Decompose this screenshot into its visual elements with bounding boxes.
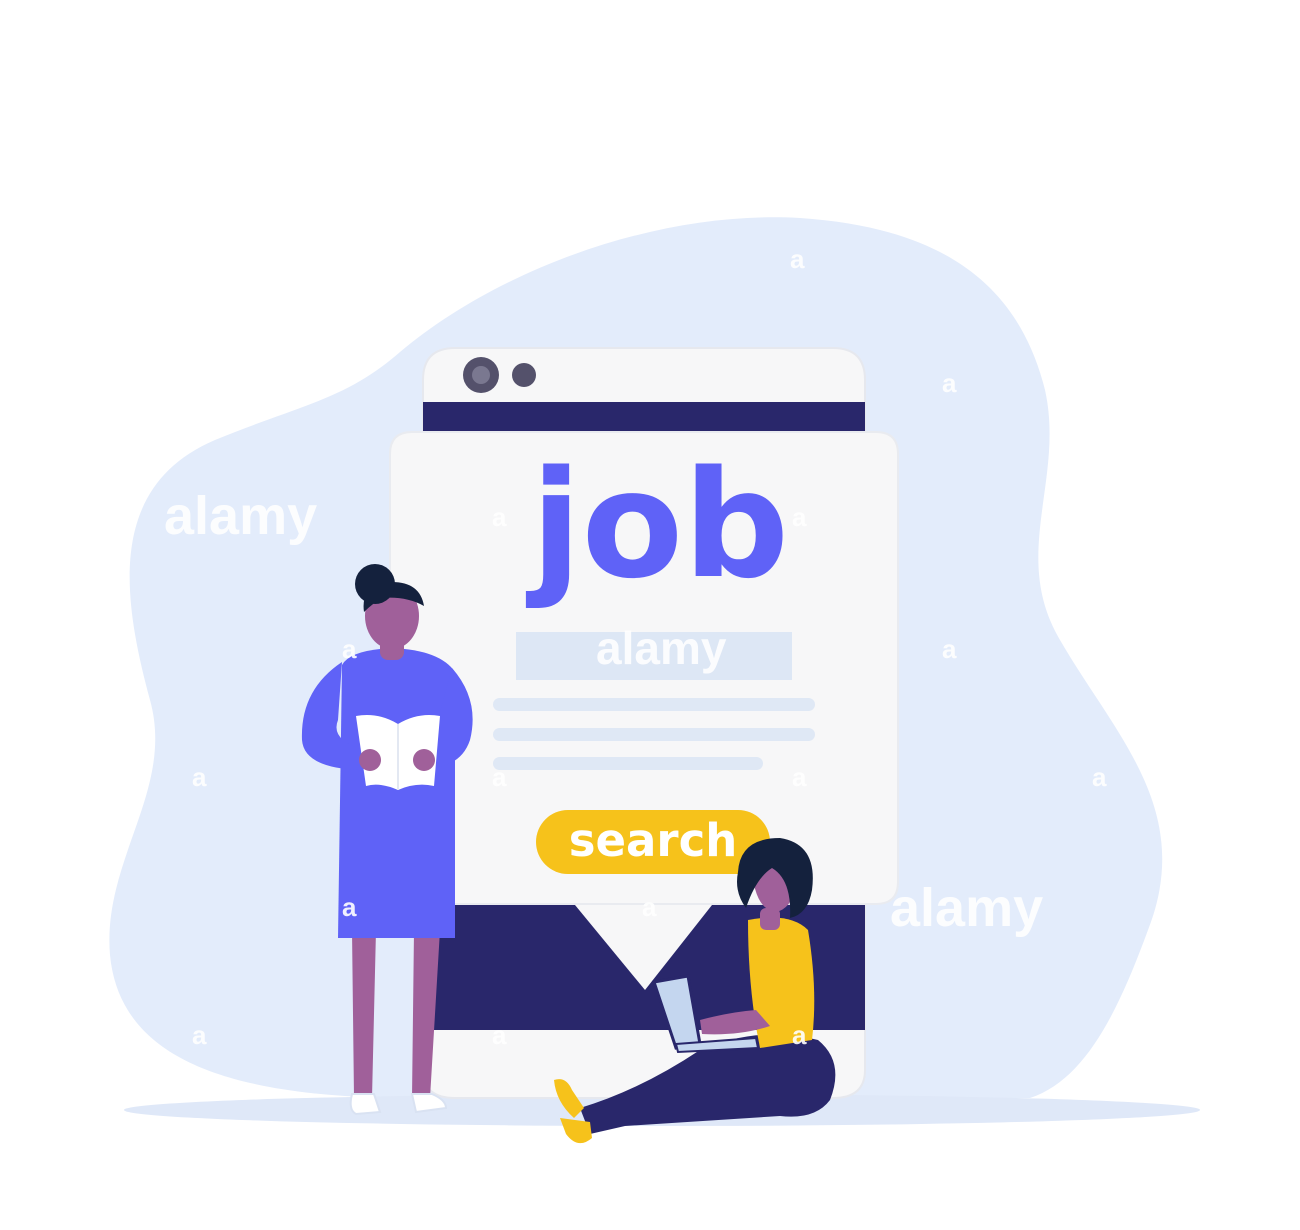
text-line-3 [493, 757, 763, 770]
watermark-mark: a [492, 502, 507, 532]
text-line-2 [493, 728, 815, 741]
watermark-mark: a [792, 762, 807, 792]
standing-woman-hair-bun [355, 564, 395, 604]
watermark-mark: a [1092, 762, 1107, 792]
watermark-brand: alamy [596, 622, 727, 674]
search-button[interactable]: search [536, 810, 770, 874]
window-control-dot-small [512, 363, 536, 387]
search-button-label[interactable]: search [569, 814, 738, 867]
watermark-mark: a [942, 368, 957, 398]
watermark-mark: a [492, 762, 507, 792]
watermark-mark: a [942, 634, 957, 664]
seated-woman-shoe-front [560, 1118, 592, 1144]
job-search-illustration: job search alamy alamy alamy a a a a a a… [109, 217, 1200, 1144]
watermark-mark: a [642, 892, 657, 922]
watermark-brand: alamy [890, 878, 1043, 938]
watermark-mark: a [792, 502, 807, 532]
watermark-mark: a [792, 1020, 807, 1050]
browser-title-bar [423, 402, 865, 432]
standing-woman-hand-left [359, 749, 381, 771]
window-control-dot-large-inner [472, 366, 490, 384]
watermark-brand: alamy [164, 486, 317, 546]
standing-woman-shoe-left [349, 1093, 382, 1116]
watermark-mark: a [492, 1020, 507, 1050]
watermark-mark: a [192, 762, 207, 792]
standing-woman-hand-right [413, 749, 435, 771]
watermark-mark: a [790, 244, 805, 274]
job-title: job [526, 439, 789, 611]
watermark-mark: a [342, 892, 357, 922]
text-line-1 [493, 698, 815, 711]
watermark-mark: a [342, 634, 357, 664]
watermark-mark: a [192, 1020, 207, 1050]
illustration-stage: job search alamy alamy alamy a a a a a a… [0, 0, 1300, 1230]
